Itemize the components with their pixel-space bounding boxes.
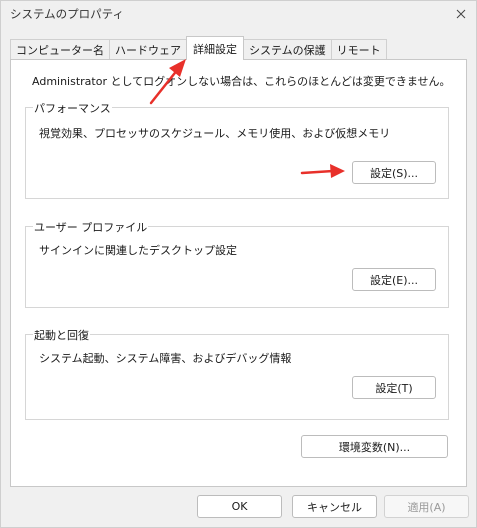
user-profile-legend: ユーザー プロファイル xyxy=(33,219,149,235)
tab-label: ハードウェア xyxy=(115,43,181,57)
tab-strip: コンピューター名 ハードウェア 詳細設定 システムの保護 リモート xyxy=(10,36,387,60)
tab-label: コンピューター名 xyxy=(16,43,104,57)
system-properties-window: システムのプロパティ コンピューター名 ハードウェア 詳細設定 システムの保護 … xyxy=(0,0,477,528)
tab-hardware[interactable]: ハードウェア xyxy=(109,39,187,59)
tab-advanced[interactable]: 詳細設定 xyxy=(186,36,244,60)
tab-label: 詳細設定 xyxy=(193,42,237,56)
startup-recovery-group: 起動と回復 システム起動、システム障害、およびデバッグ情報 設定(T) xyxy=(25,327,449,420)
performance-description: 視覚効果、プロセッサのスケジュール、メモリ使用、および仮想メモリ xyxy=(39,127,391,140)
title-bar: システムのプロパティ xyxy=(1,1,476,27)
startup-recovery-description: システム起動、システム障害、およびデバッグ情報 xyxy=(39,352,292,365)
user-profile-group: ユーザー プロファイル サインインに関連したデスクトップ設定 設定(E)... xyxy=(25,219,449,308)
advanced-tab-panel: Administrator としてログオンしない場合は、これらのほとんどは変更で… xyxy=(10,59,467,487)
performance-legend: パフォーマンス xyxy=(33,100,112,116)
tab-system-protection[interactable]: システムの保護 xyxy=(243,39,332,59)
admin-notice: Administrator としてログオンしない場合は、これらのほとんどは変更で… xyxy=(32,75,451,88)
close-icon xyxy=(456,9,466,19)
performance-settings-button[interactable]: 設定(S)... xyxy=(352,161,436,184)
startup-recovery-settings-button[interactable]: 設定(T) xyxy=(352,376,436,399)
apply-button[interactable]: 適用(A) xyxy=(384,495,469,518)
window-title: システムのプロパティ xyxy=(10,7,124,21)
ok-button[interactable]: OK xyxy=(197,495,282,518)
cancel-button[interactable]: キャンセル xyxy=(292,495,377,518)
tab-computer-name[interactable]: コンピューター名 xyxy=(10,39,110,59)
startup-recovery-legend: 起動と回復 xyxy=(33,327,90,343)
tab-label: システムの保護 xyxy=(249,43,326,57)
performance-group: パフォーマンス 視覚効果、プロセッサのスケジュール、メモリ使用、および仮想メモリ… xyxy=(25,100,449,199)
user-profile-settings-button[interactable]: 設定(E)... xyxy=(352,268,436,291)
user-profile-description: サインインに関連したデスクトップ設定 xyxy=(39,244,237,257)
close-button[interactable] xyxy=(446,1,476,27)
environment-variables-button[interactable]: 環境変数(N)... xyxy=(301,435,448,458)
tab-remote[interactable]: リモート xyxy=(330,39,387,59)
tab-label: リモート xyxy=(336,43,381,57)
